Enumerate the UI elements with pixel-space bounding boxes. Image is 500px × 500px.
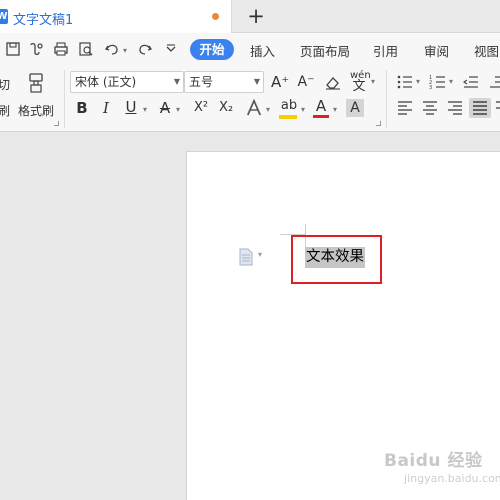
- justify-icon[interactable]: [469, 98, 491, 118]
- export-pdf-icon[interactable]: [27, 40, 45, 58]
- bullet-dropdown-icon[interactable]: ▾: [416, 77, 420, 86]
- font-name-select[interactable]: 宋体 (正文) ▼: [70, 71, 184, 93]
- highlight-color-button[interactable]: ab: [279, 97, 299, 119]
- chevron-down-icon: ▼: [253, 77, 260, 86]
- new-tab-button[interactable]: +: [246, 4, 266, 28]
- highlight-dropdown-icon[interactable]: ▾: [301, 105, 305, 114]
- font-size-select[interactable]: 五号 ▼: [184, 71, 264, 93]
- paragraph-layout-icon[interactable]: [239, 248, 253, 266]
- tab-title: 文字文稿1: [13, 13, 74, 28]
- print-preview-icon[interactable]: [77, 40, 95, 58]
- chevron-down-icon: ▼: [173, 77, 180, 86]
- undo-icon[interactable]: [103, 40, 121, 58]
- paragraph-layout-dropdown-icon[interactable]: ▾: [258, 250, 262, 259]
- svg-text:3: 3: [429, 85, 432, 91]
- document-tab[interactable]: W 文字文稿1: [0, 0, 232, 34]
- baidu-watermark-url: jingyan.baidu.com: [404, 472, 500, 485]
- save-icon[interactable]: [4, 40, 22, 58]
- underline-dropdown-icon[interactable]: ▾: [143, 105, 147, 114]
- font-group-launcher-icon[interactable]: [376, 121, 381, 126]
- tab-references[interactable]: 引用: [373, 41, 398, 60]
- writer-logo-icon: W: [0, 9, 8, 24]
- group-divider: [386, 70, 387, 128]
- clipboard-group-launcher-icon[interactable]: [54, 121, 59, 126]
- cut-button[interactable]: 切: [0, 76, 10, 93]
- unsaved-indicator-icon: [212, 13, 219, 20]
- increase-indent-icon[interactable]: [488, 73, 500, 91]
- bold-button[interactable]: B: [73, 99, 91, 117]
- undo-dropdown-icon[interactable]: ▾: [123, 46, 127, 55]
- strikethrough-button[interactable]: A: [156, 99, 174, 117]
- tab-bar: W 文字文稿1 +: [0, 0, 500, 34]
- italic-button[interactable]: I: [97, 99, 115, 117]
- subscript-button[interactable]: X₂: [215, 99, 237, 117]
- font-color-dropdown-icon[interactable]: ▾: [333, 105, 337, 114]
- customize-toolbar-icon[interactable]: [162, 40, 180, 58]
- pinyin-guide-icon[interactable]: wén 文: [350, 71, 371, 94]
- bullet-list-icon[interactable]: [396, 73, 414, 91]
- format-painter-icon[interactable]: [26, 72, 46, 94]
- tab-insert[interactable]: 插入: [250, 41, 275, 60]
- font-color-button[interactable]: A: [312, 97, 330, 118]
- annotation-highlight-box: [291, 235, 382, 284]
- menu-row: ▾ 开始 插入 页面布局 引用 审阅 视图: [0, 33, 500, 64]
- strikethrough-dropdown-icon[interactable]: ▾: [176, 105, 180, 114]
- shrink-font-icon[interactable]: A⁻: [297, 73, 315, 91]
- font-name-value: 宋体 (正文): [75, 75, 137, 89]
- baidu-watermark: Baidu 经验: [384, 451, 483, 471]
- superscript-button[interactable]: X²: [190, 99, 212, 117]
- paste-format-label[interactable]: 刷: [0, 102, 10, 119]
- text-effect-icon[interactable]: [245, 98, 263, 117]
- tab-review[interactable]: 审阅: [424, 41, 449, 60]
- format-painter-button[interactable]: 格式刷: [18, 102, 54, 119]
- redo-icon[interactable]: [136, 40, 154, 58]
- numbered-list-icon[interactable]: 123: [429, 73, 447, 91]
- align-right-icon[interactable]: [446, 99, 464, 117]
- underline-button[interactable]: U: [122, 98, 140, 116]
- align-left-icon[interactable]: [396, 99, 414, 117]
- highlight-swatch: [279, 115, 297, 119]
- character-shading-button[interactable]: A: [346, 99, 364, 117]
- numbered-dropdown-icon[interactable]: ▾: [449, 77, 453, 86]
- align-center-icon[interactable]: [421, 99, 439, 117]
- tab-page-layout[interactable]: 页面布局: [300, 41, 350, 60]
- pinyin-dropdown-icon[interactable]: ▾: [371, 77, 375, 86]
- group-divider: [64, 70, 65, 128]
- font-size-value: 五号: [189, 75, 214, 89]
- text-effect-dropdown-icon[interactable]: ▾: [266, 105, 270, 114]
- font-color-label: A: [315, 97, 327, 115]
- highlight-label: ab: [280, 98, 298, 113]
- grow-font-icon[interactable]: A⁺: [271, 73, 289, 91]
- font-color-swatch: [313, 115, 329, 118]
- ribbon-toolbar: 切 刷 格式刷 宋体 (正文) ▼ 五号 ▼ A⁺ A⁻ wén 文 ▾ B I …: [0, 64, 500, 132]
- print-icon[interactable]: [52, 40, 70, 58]
- tab-home[interactable]: 开始: [190, 39, 234, 60]
- decrease-indent-icon[interactable]: [462, 73, 480, 91]
- tab-view[interactable]: 视图: [474, 41, 499, 60]
- distributed-align-icon[interactable]: [494, 99, 500, 117]
- clear-format-icon[interactable]: [324, 73, 342, 91]
